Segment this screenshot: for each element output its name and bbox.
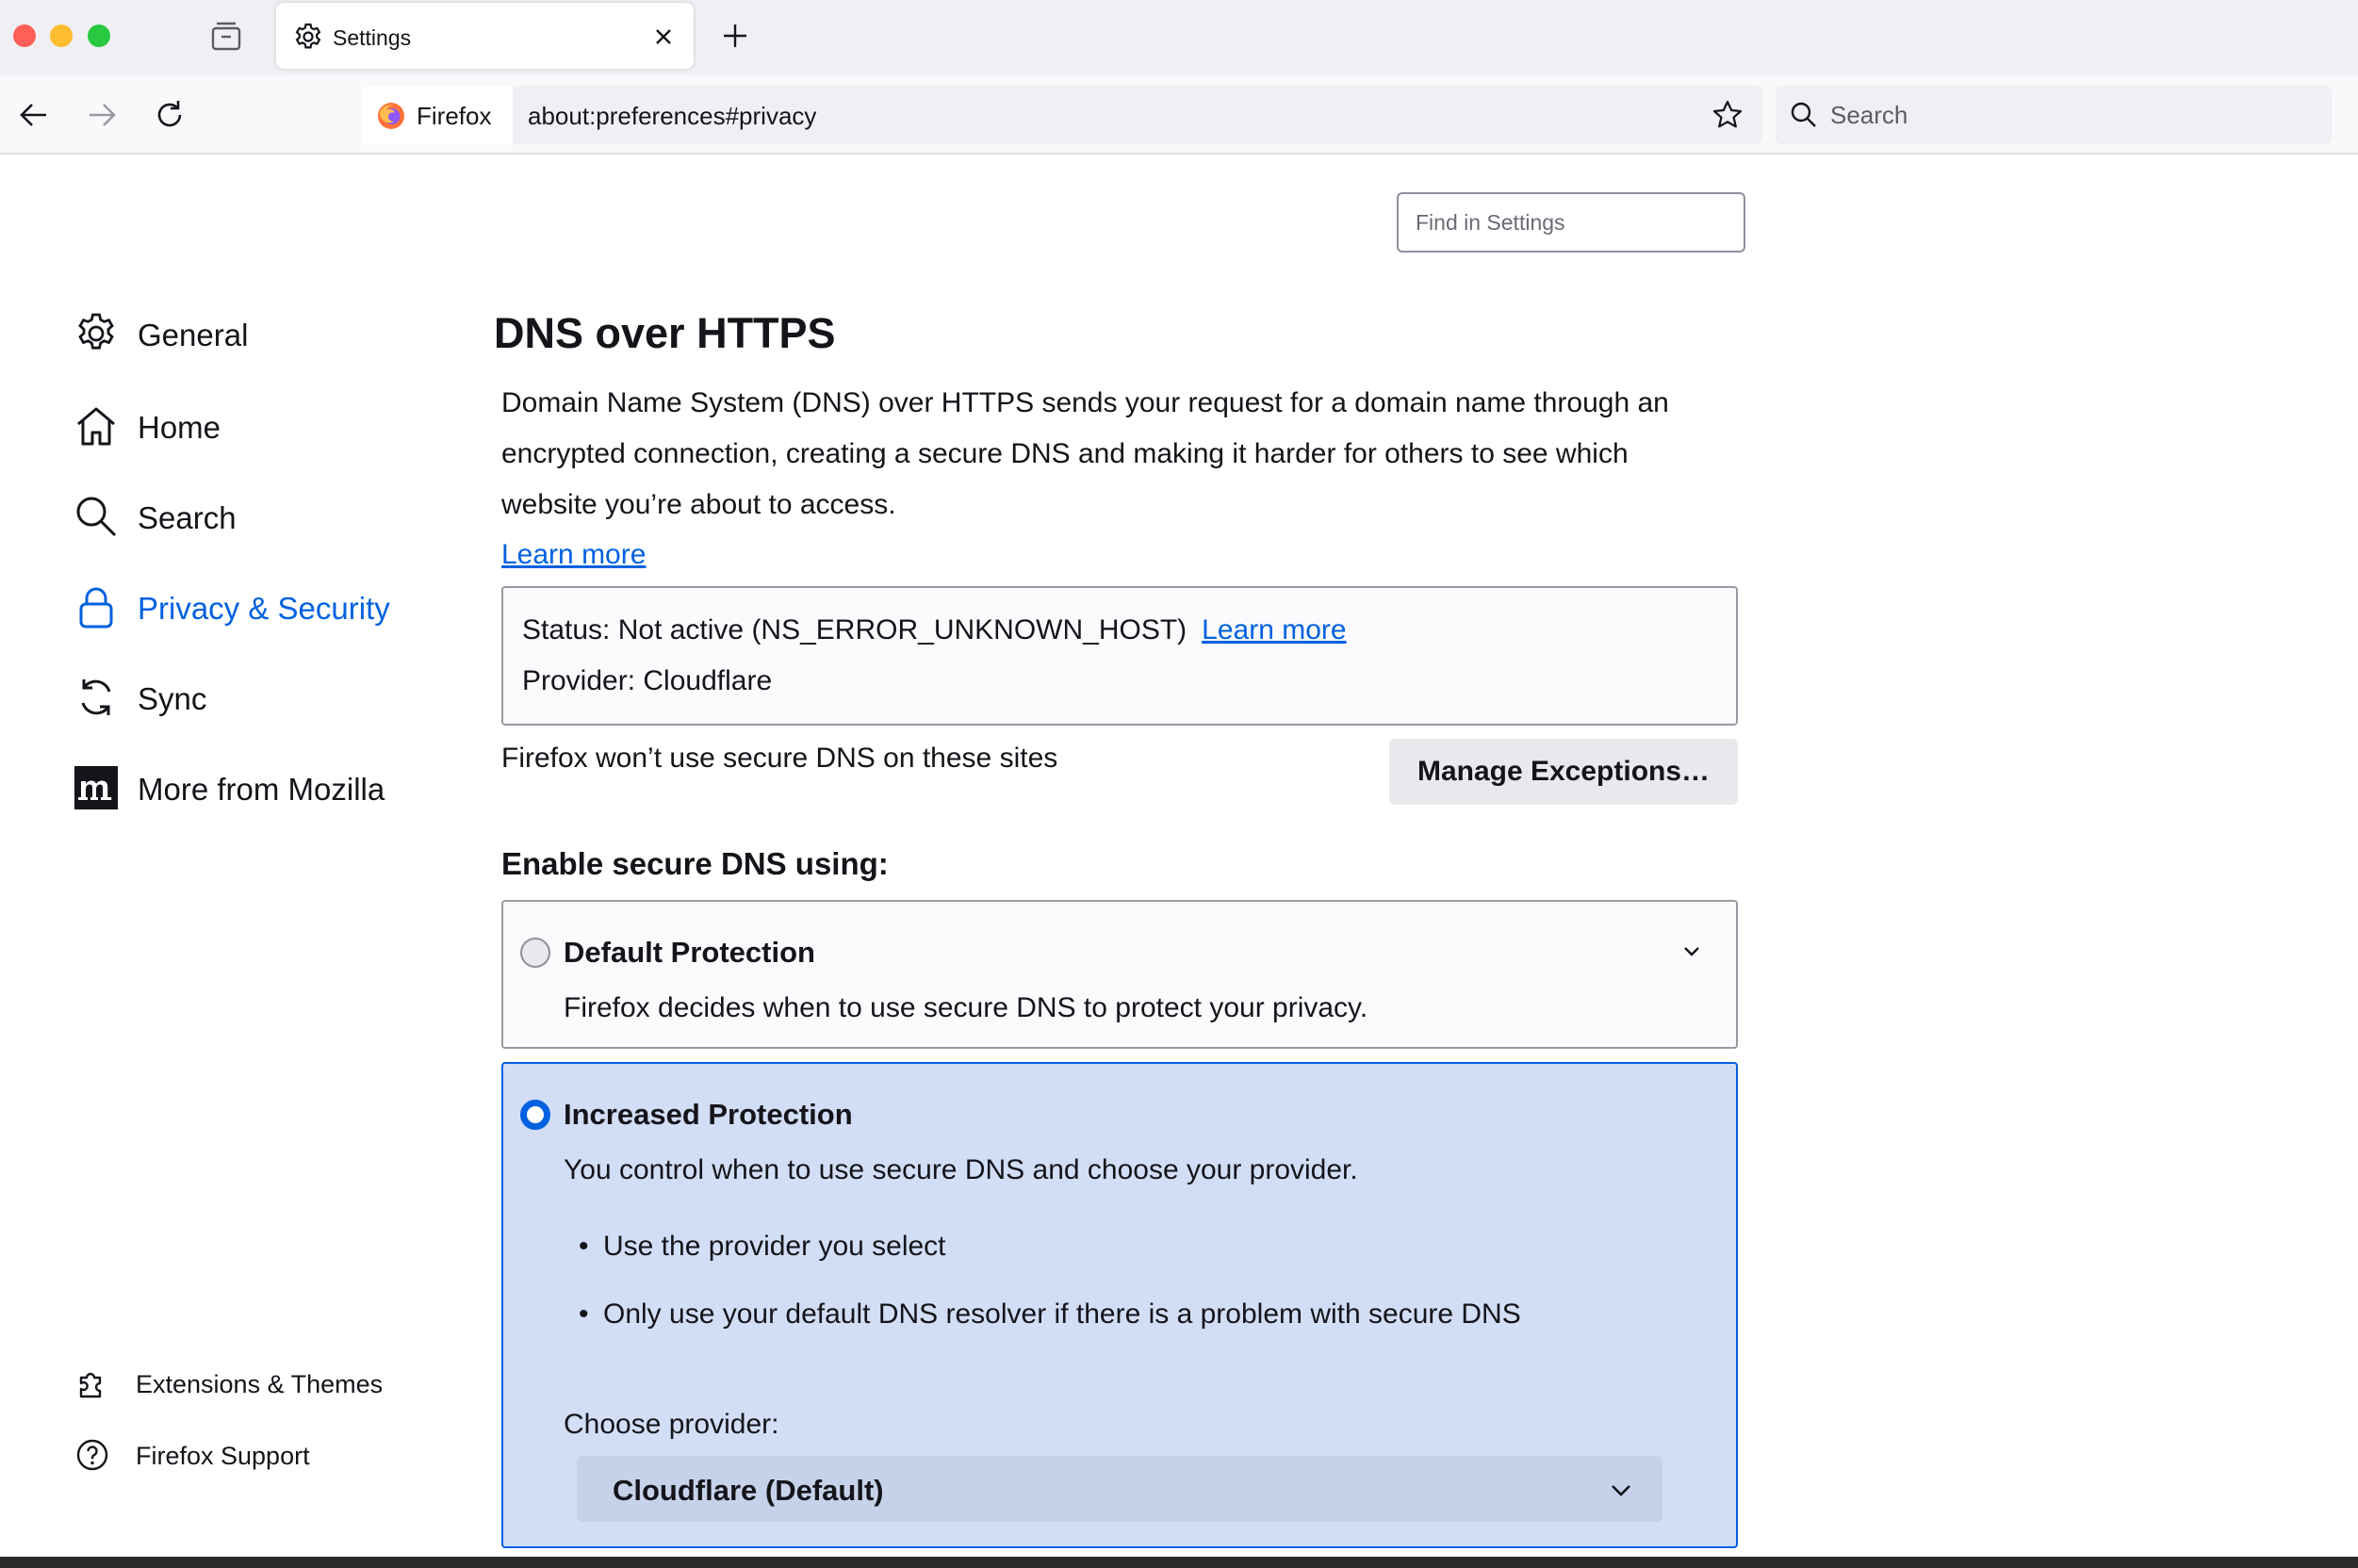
increased-protection-option[interactable]: Increased Protection You control when to… <box>501 1062 1738 1548</box>
tab-strip: Settings <box>0 0 2358 75</box>
manage-exceptions-button[interactable]: Manage Exceptions… <box>1389 739 1738 805</box>
increased-protection-radio[interactable] <box>520 1100 550 1130</box>
sync-icon <box>81 679 111 715</box>
status-line: Status: Not active (NS_ERROR_UNKNOWN_HOS… <box>522 614 1347 646</box>
url-text[interactable]: about:preferences#privacy <box>528 102 816 131</box>
tab-manager-icon[interactable] <box>209 21 243 53</box>
sidebar-item-label: Sync <box>138 681 207 716</box>
provider-text: Provider: Cloudflare <box>522 665 773 696</box>
reload-icon[interactable] <box>153 98 187 132</box>
sidebar-item-label: Extensions & Themes <box>136 1370 384 1398</box>
find-in-settings-input[interactable] <box>1397 192 1745 253</box>
sidebar-item-privacy-security[interactable]: Privacy & Security <box>74 580 432 633</box>
list-item: Use the provider you select <box>579 1231 946 1263</box>
chevron-down-icon <box>1612 1485 1630 1496</box>
bookmark-star-icon[interactable] <box>1711 99 1744 131</box>
sidebar-item-label: Firefox Support <box>136 1442 310 1470</box>
home-icon <box>77 407 115 446</box>
option-description: Firefox decides when to use secure DNS t… <box>564 992 1368 1023</box>
help-icon <box>76 1439 108 1471</box>
tab-title: Settings <box>333 25 412 50</box>
enable-secure-dns-heading: Enable secure DNS using: <box>501 846 889 881</box>
provider-select[interactable]: Cloudflare (Default) <box>577 1456 1662 1522</box>
zoom-window-button[interactable] <box>88 24 110 47</box>
sidebar-item-sync[interactable]: Sync <box>74 671 432 724</box>
option-description: You control when to use secure DNS and c… <box>564 1154 1358 1185</box>
window-bottom-edge <box>0 1557 2358 1568</box>
gear-icon <box>78 313 114 350</box>
forward-arrow-icon[interactable] <box>85 98 119 132</box>
search-bar[interactable] <box>1776 86 2332 144</box>
identity-box[interactable]: Firefox <box>362 86 513 144</box>
navigation-toolbar: Firefox about:preferences#privacy <box>0 75 2358 155</box>
lock-icon <box>79 587 113 629</box>
provider-select-value: Cloudflare (Default) <box>613 1474 884 1507</box>
firefox-logo-icon <box>378 103 404 129</box>
sidebar-item-label: General <box>138 318 249 352</box>
page-title: DNS over HTTPS <box>494 309 836 357</box>
description-line: website you’re about to access. <box>501 489 896 520</box>
mozilla-icon <box>74 766 118 809</box>
description-line: Domain Name System (DNS) over HTTPS send… <box>501 387 1669 418</box>
tab-settings[interactable]: Settings <box>276 3 694 69</box>
default-protection-radio[interactable] <box>520 938 550 968</box>
sidebar-item-more-from-mozilla[interactable]: More from Mozilla <box>74 761 432 814</box>
status-text: Status: Not active (NS_ERROR_UNKNOWN_HOS… <box>522 614 1187 645</box>
status-box: Status: Not active (NS_ERROR_UNKNOWN_HOS… <box>501 586 1738 726</box>
address-bar[interactable]: Firefox about:preferences#privacy <box>362 86 1762 144</box>
choose-provider-label: Choose provider: <box>564 1409 779 1440</box>
close-window-button[interactable] <box>13 24 36 47</box>
minimize-window-button[interactable] <box>50 24 73 47</box>
exceptions-description: Firefox won’t use secure DNS on these si… <box>501 743 1058 774</box>
search-icon <box>1791 102 1816 127</box>
list-item: Only use your default DNS resolver if th… <box>579 1298 1521 1331</box>
sidebar-item-general[interactable]: General <box>74 307 432 360</box>
default-protection-option[interactable]: Default Protection Firefox decides when … <box>501 900 1738 1049</box>
gear-icon <box>295 23 321 49</box>
puzzle-icon <box>79 1372 102 1398</box>
sidebar-item-firefox-support[interactable]: Firefox Support <box>75 1434 434 1476</box>
sidebar-item-label: Search <box>138 500 237 535</box>
status-learn-more-link[interactable]: Learn more <box>1202 614 1346 645</box>
search-icon <box>76 497 117 537</box>
sidebar-item-home[interactable]: Home <box>74 400 432 452</box>
sidebar-item-label: Home <box>138 410 221 445</box>
description-line: encrypted connection, creating a secure … <box>501 438 1629 469</box>
identity-label: Firefox <box>417 102 492 130</box>
chevron-down-icon[interactable] <box>1679 939 1704 964</box>
sidebar-item-label: Privacy & Security <box>138 591 390 626</box>
close-icon[interactable] <box>650 24 677 50</box>
new-tab-icon[interactable] <box>720 21 750 51</box>
learn-more-link[interactable]: Learn more <box>501 539 646 571</box>
option-title: Increased Protection <box>564 1098 853 1131</box>
option-title: Default Protection <box>564 936 815 969</box>
search-input[interactable] <box>1830 97 2301 133</box>
sidebar-item-search[interactable]: Search <box>74 490 432 543</box>
back-arrow-icon[interactable] <box>17 98 51 132</box>
sidebar-item-label: More from Mozilla <box>138 772 385 807</box>
sidebar-item-extensions-themes[interactable]: Extensions & Themes <box>75 1363 434 1404</box>
